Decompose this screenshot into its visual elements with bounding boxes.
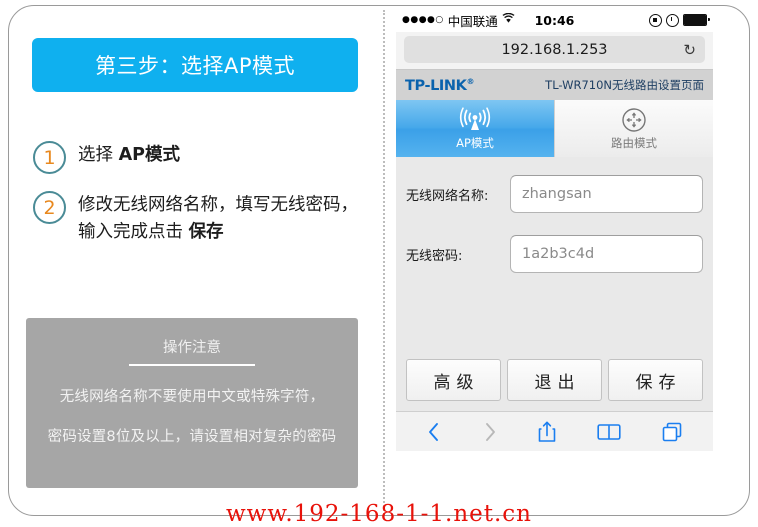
panel-divider <box>383 10 385 515</box>
step-text-2-bold: 保存 <box>189 222 224 242</box>
notice-title: 操作注意 <box>26 318 358 357</box>
tab-router-mode-label: 路由模式 <box>611 135 657 151</box>
status-bar-right <box>649 14 707 27</box>
step-banner-title: 第三步：选择AP模式 <box>95 50 295 80</box>
action-button-row: 高级 退出 保存 <box>396 359 713 411</box>
step-list: 1 选择 AP模式 2 修改无线网络名称，填写无线密码，输入完成点击 保存 <box>33 140 363 262</box>
tab-ap-mode-label: AP模式 <box>456 135 494 151</box>
save-button[interactable]: 保存 <box>608 359 703 401</box>
url-text: 192.168.1.253 <box>501 42 607 58</box>
step-text-1-prefix: 选择 <box>78 145 119 165</box>
url-input[interactable]: 192.168.1.253 ↻ <box>404 36 705 63</box>
tabs-icon[interactable] <box>661 421 683 443</box>
ssid-input[interactable]: zhangsan <box>510 175 703 213</box>
browser-url-bar-area: 192.168.1.253 ↻ <box>396 32 713 70</box>
router-page-header: TP-LINK® TL-WR710N无线路由设置页面 <box>396 70 713 100</box>
browser-toolbar <box>396 411 713 451</box>
step-text-1-bold: AP模式 <box>119 145 180 165</box>
step-number-circle-2: 2 <box>33 191 66 224</box>
step-item-2: 2 修改无线网络名称，填写无线密码，输入完成点击 保存 <box>33 190 363 246</box>
tab-router-mode[interactable]: 路由模式 <box>554 100 713 157</box>
rotation-lock-icon <box>649 14 662 27</box>
step-text-2: 修改无线网络名称，填写无线密码，输入完成点击 保存 <box>78 190 363 246</box>
password-label: 无线密码: <box>406 245 510 264</box>
router-model-label: TL-WR710N无线路由设置页面 <box>545 77 704 93</box>
exit-button[interactable]: 退出 <box>507 359 602 401</box>
mode-tab-bar: AP模式 路由模式 <box>396 100 713 157</box>
notice-line-2: 密码设置8位及以上，请设置相对复杂的密码 <box>26 425 358 446</box>
notice-box: 操作注意 无线网络名称不要使用中文或特殊字符， 密码设置8位及以上，请设置相对复… <box>26 318 358 488</box>
ssid-label: 无线网络名称: <box>406 185 510 204</box>
tab-ap-mode[interactable]: AP模式 <box>396 100 554 157</box>
screenshot-root: 第三步：选择AP模式 1 选择 AP模式 2 修改无线网络名称，填写无线密码，输… <box>0 0 758 527</box>
wifi-signal-icon <box>455 107 495 133</box>
status-bar: ●●●●○ 中国联通 10:46 <box>396 8 713 32</box>
alarm-clock-icon <box>666 14 679 27</box>
advanced-button[interactable]: 高级 <box>406 359 501 401</box>
step-banner: 第三步：选择AP模式 <box>32 38 358 92</box>
battery-icon <box>683 14 707 26</box>
reload-icon[interactable]: ↻ <box>683 41 696 59</box>
instruction-panel: 第三步：选择AP模式 1 选择 AP模式 2 修改无线网络名称，填写无线密码，输… <box>0 0 383 527</box>
settings-form: 无线网络名称: zhangsan 无线密码: 1a2b3c4d <box>396 157 713 359</box>
tplink-logo-text: TP-LINK <box>405 77 467 93</box>
field-row-password: 无线密码: 1a2b3c4d <box>406 235 703 273</box>
step-item-1: 1 选择 AP模式 <box>33 140 363 174</box>
tplink-logo-mark: ® <box>467 77 475 86</box>
phone-screen: ●●●●○ 中国联通 10:46 192.168.1.2 <box>396 8 713 504</box>
notice-divider <box>129 364 255 366</box>
forward-chevron-icon <box>482 421 498 443</box>
bookmarks-icon[interactable] <box>597 422 621 442</box>
router-arrows-icon <box>621 107 647 133</box>
password-input[interactable]: 1a2b3c4d <box>510 235 703 273</box>
notice-line-1: 无线网络名称不要使用中文或特殊字符， <box>26 385 358 406</box>
step-number-circle-1: 1 <box>33 141 66 174</box>
step-text-1: 选择 AP模式 <box>78 140 180 169</box>
back-chevron-icon[interactable] <box>426 421 442 443</box>
share-icon[interactable] <box>537 420 557 444</box>
site-watermark: www.192-168-1-1.net.cn <box>0 501 758 527</box>
field-row-ssid: 无线网络名称: zhangsan <box>406 175 703 213</box>
tplink-logo: TP-LINK® <box>405 77 474 94</box>
